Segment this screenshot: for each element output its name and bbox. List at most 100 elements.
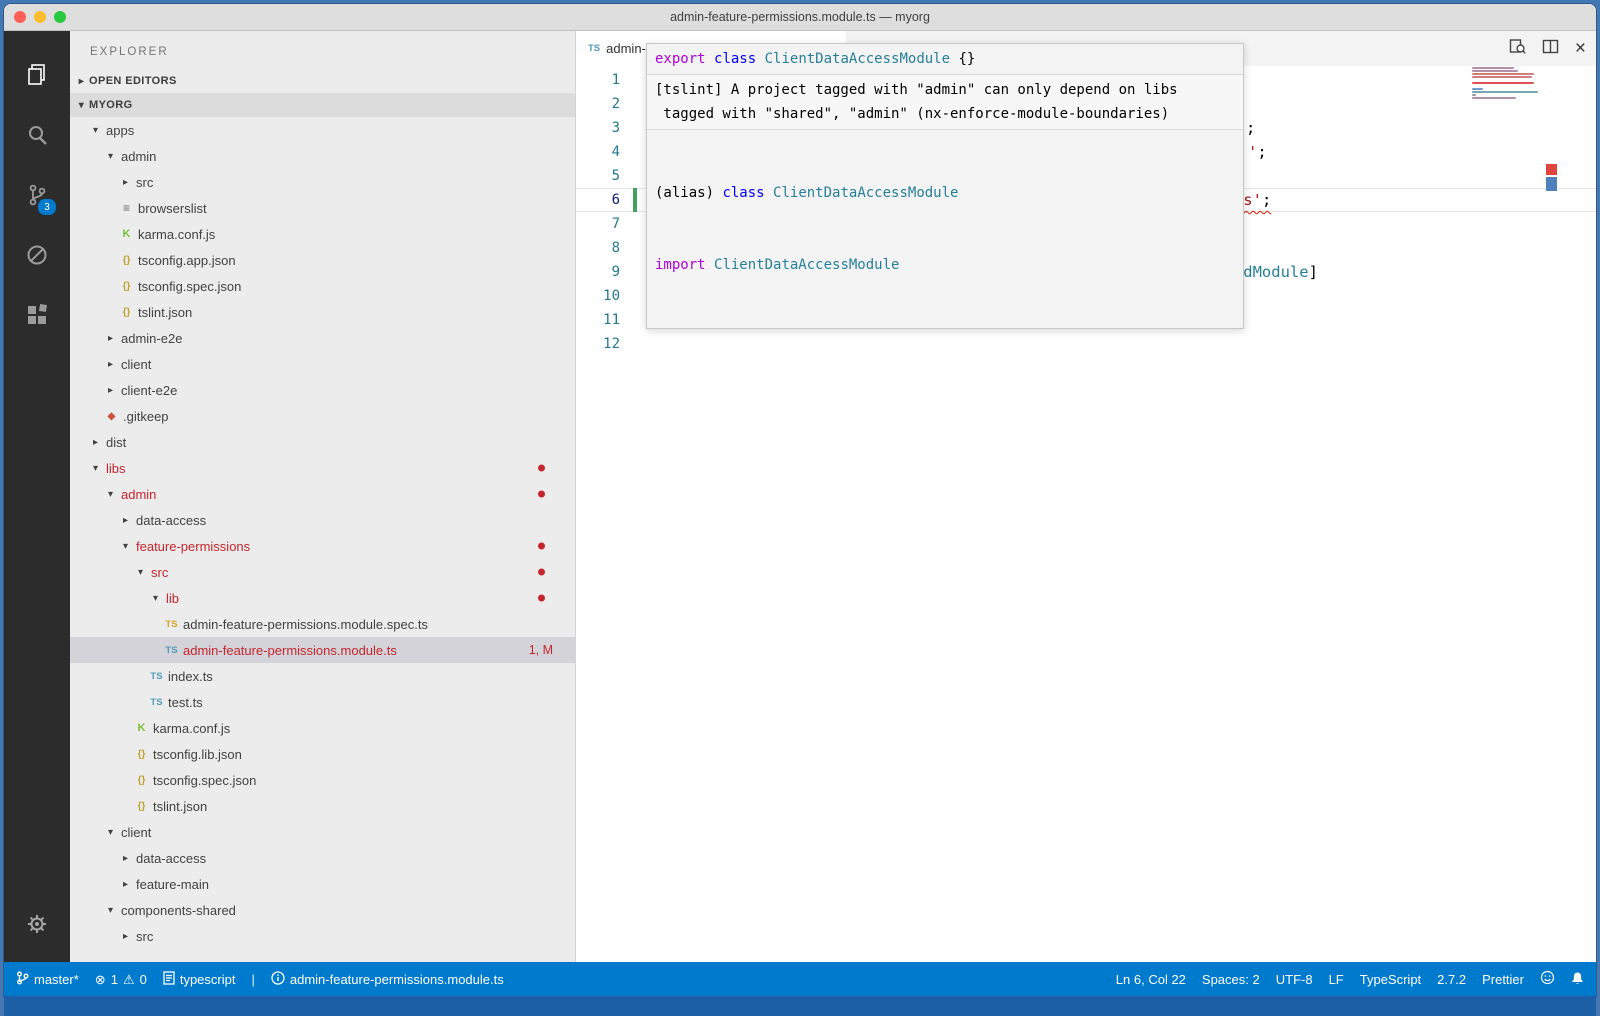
search-icon[interactable] [4, 105, 70, 165]
status-item[interactable]: LF [1329, 972, 1344, 987]
status-item[interactable]: Ln 6, Col 22 [1116, 972, 1186, 987]
json-file-icon: {} [133, 775, 150, 786]
tree-folder-src[interactable]: ▸src [70, 923, 575, 949]
tree-item-label: test.ts [168, 695, 203, 710]
tree-file-tslint.json[interactable]: {}tslint.json [70, 299, 575, 325]
notifications-bell-icon[interactable] [1571, 971, 1584, 988]
modified-dot-badge [538, 465, 545, 472]
line-number: 6 [576, 188, 620, 212]
tree-folder-src[interactable]: ▸src [70, 169, 575, 195]
tree-file-tsconfig.app.json[interactable]: {}tsconfig.app.json [70, 247, 575, 273]
chevron-down-icon: ▾ [103, 905, 118, 916]
status-separator: | [251, 972, 254, 987]
problems-item[interactable]: ⊗ 1 ⚠ 0 [95, 972, 147, 987]
status-right-items: Ln 6, Col 22 Spaces: 2 UTF-8 LF TypeScript 2.… [1116, 972, 1524, 987]
split-editor-icon[interactable] [1542, 38, 1559, 60]
tree-folder-dist[interactable]: ▸dist [70, 429, 575, 455]
typescript-file-icon: TS [588, 43, 600, 54]
workspace-section[interactable]: ▾ MYORG [70, 93, 575, 117]
close-editor-icon[interactable]: × [1575, 39, 1586, 58]
modified-dot-badge [538, 595, 545, 602]
tree-file-.gitkeep[interactable]: ◆.gitkeep [70, 403, 575, 429]
tree-item-label: admin-feature-permissions.module.ts [183, 643, 397, 658]
git-modified-gutter [633, 188, 637, 212]
tree-file-index.ts[interactable]: TSindex.ts [70, 663, 575, 689]
open-editors-label: OPEN EDITORS [89, 75, 177, 87]
tree-file-admin-feature-permissions.module.spec.ts[interactable]: TSadmin-feature-permissions.module.spec.… [70, 611, 575, 637]
settings-gear-icon[interactable] [4, 900, 70, 948]
tree-file-tsconfig.spec.json[interactable]: {}tsconfig.spec.json [70, 273, 575, 299]
tree-folder-admin-e2e[interactable]: ▸admin-e2e [70, 325, 575, 351]
chevron-down-icon: ▾ [118, 541, 133, 552]
tree-folder-libs[interactable]: ▾libs [70, 455, 575, 481]
tree-item-label: apps [106, 123, 134, 138]
status-item[interactable]: Spaces: 2 [1202, 972, 1260, 987]
tree-folder-data-access[interactable]: ▸data-access [70, 507, 575, 533]
tree-file-tsconfig.spec.json[interactable]: {}tsconfig.spec.json [70, 767, 575, 793]
chevron-down-icon: ▾ [103, 827, 118, 838]
tree-folder-feature-main[interactable]: ▸feature-main [70, 871, 575, 897]
sidebar-title: EXPLORER [70, 31, 575, 69]
tsspec-file-icon: TS [163, 619, 180, 630]
chevron-right-icon: ▸ [103, 333, 118, 344]
file-status-item[interactable]: admin-feature-permissions.module.ts [271, 971, 504, 988]
line-number: 5 [576, 164, 620, 188]
minimap[interactable] [1472, 67, 1536, 102]
git-branch-item[interactable]: master* [16, 971, 79, 988]
line-number: 10 [576, 284, 620, 308]
status-item[interactable]: TypeScript [1360, 972, 1421, 987]
editor-area: TS admin-feature-permissions.module.ts ×… [576, 31, 1596, 962]
chevron-right-icon: ▸ [118, 931, 133, 942]
tree-folder-admin[interactable]: ▾admin [70, 481, 575, 507]
open-editors-section[interactable]: ▸ OPEN EDITORS [70, 69, 575, 93]
tree-file-karma.conf.js[interactable]: Kkarma.conf.js [70, 221, 575, 247]
source-control-icon[interactable]: 3 [4, 165, 70, 225]
tree-folder-feature-permissions[interactable]: ▾feature-permissions [70, 533, 575, 559]
tree-folder-apps[interactable]: ▾apps [70, 117, 575, 143]
tree-folder-client[interactable]: ▾client [70, 819, 575, 845]
debug-icon[interactable] [4, 225, 70, 285]
window-title: admin-feature-permissions.module.ts — my… [670, 10, 930, 24]
line-number: 8 [576, 236, 620, 260]
minimize-window-button[interactable] [34, 11, 46, 23]
line-number: 1 [576, 68, 620, 92]
tree-file-browserslist[interactable]: ≡browserslist [70, 195, 575, 221]
tree-folder-components-shared[interactable]: ▾components-shared [70, 897, 575, 923]
zoom-window-button[interactable] [54, 11, 66, 23]
tree-file-tsconfig.lib.json[interactable]: {}tsconfig.lib.json [70, 741, 575, 767]
chevron-right-icon: ▸ [74, 76, 89, 87]
hover-lint: [tslint] A project tagged with "admin" c… [647, 74, 1243, 129]
code-line-12[interactable]: 12 [576, 332, 1596, 356]
scm-badge: 3 [36, 197, 58, 217]
tree-item-label: src [136, 175, 153, 190]
overview-error-mark [1546, 164, 1557, 175]
line-number: 3 [576, 116, 620, 140]
extensions-icon[interactable] [4, 285, 70, 345]
tree-item-label: tslint.json [153, 799, 207, 814]
vscode-window: admin-feature-permissions.module.ts — my… [4, 4, 1596, 996]
warning-icon: ⚠ [123, 973, 135, 986]
activity-bar: 3 [4, 31, 70, 962]
status-item[interactable]: UTF-8 [1276, 972, 1313, 987]
chevron-down-icon: ▾ [74, 100, 89, 111]
status-item[interactable]: Prettier [1482, 972, 1524, 987]
tree-folder-client[interactable]: ▸client [70, 351, 575, 377]
tree-folder-lib[interactable]: ▾lib [70, 585, 575, 611]
chevron-down-icon: ▾ [88, 125, 103, 136]
tree-folder-src[interactable]: ▾src [70, 559, 575, 585]
tree-file-karma.conf.js[interactable]: Kkarma.conf.js [70, 715, 575, 741]
status-item[interactable]: 2.7.2 [1437, 972, 1466, 987]
chevron-right-icon: ▸ [118, 515, 133, 526]
explorer-icon[interactable] [4, 45, 70, 105]
overview-info-mark [1546, 177, 1557, 191]
language-status-item[interactable]: typescript [163, 971, 236, 988]
tree-folder-admin[interactable]: ▾admin [70, 143, 575, 169]
tree-file-test.ts[interactable]: TStest.ts [70, 689, 575, 715]
tree-folder-client-e2e[interactable]: ▸client-e2e [70, 377, 575, 403]
tree-folder-data-access[interactable]: ▸data-access [70, 845, 575, 871]
close-window-button[interactable] [14, 11, 26, 23]
tree-file-admin-feature-permissions.module.ts[interactable]: TSadmin-feature-permissions.module.ts1, … [70, 637, 575, 663]
open-preview-icon[interactable] [1509, 38, 1526, 60]
tree-file-tslint.json[interactable]: {}tslint.json [70, 793, 575, 819]
feedback-smiley-icon[interactable] [1540, 970, 1555, 988]
